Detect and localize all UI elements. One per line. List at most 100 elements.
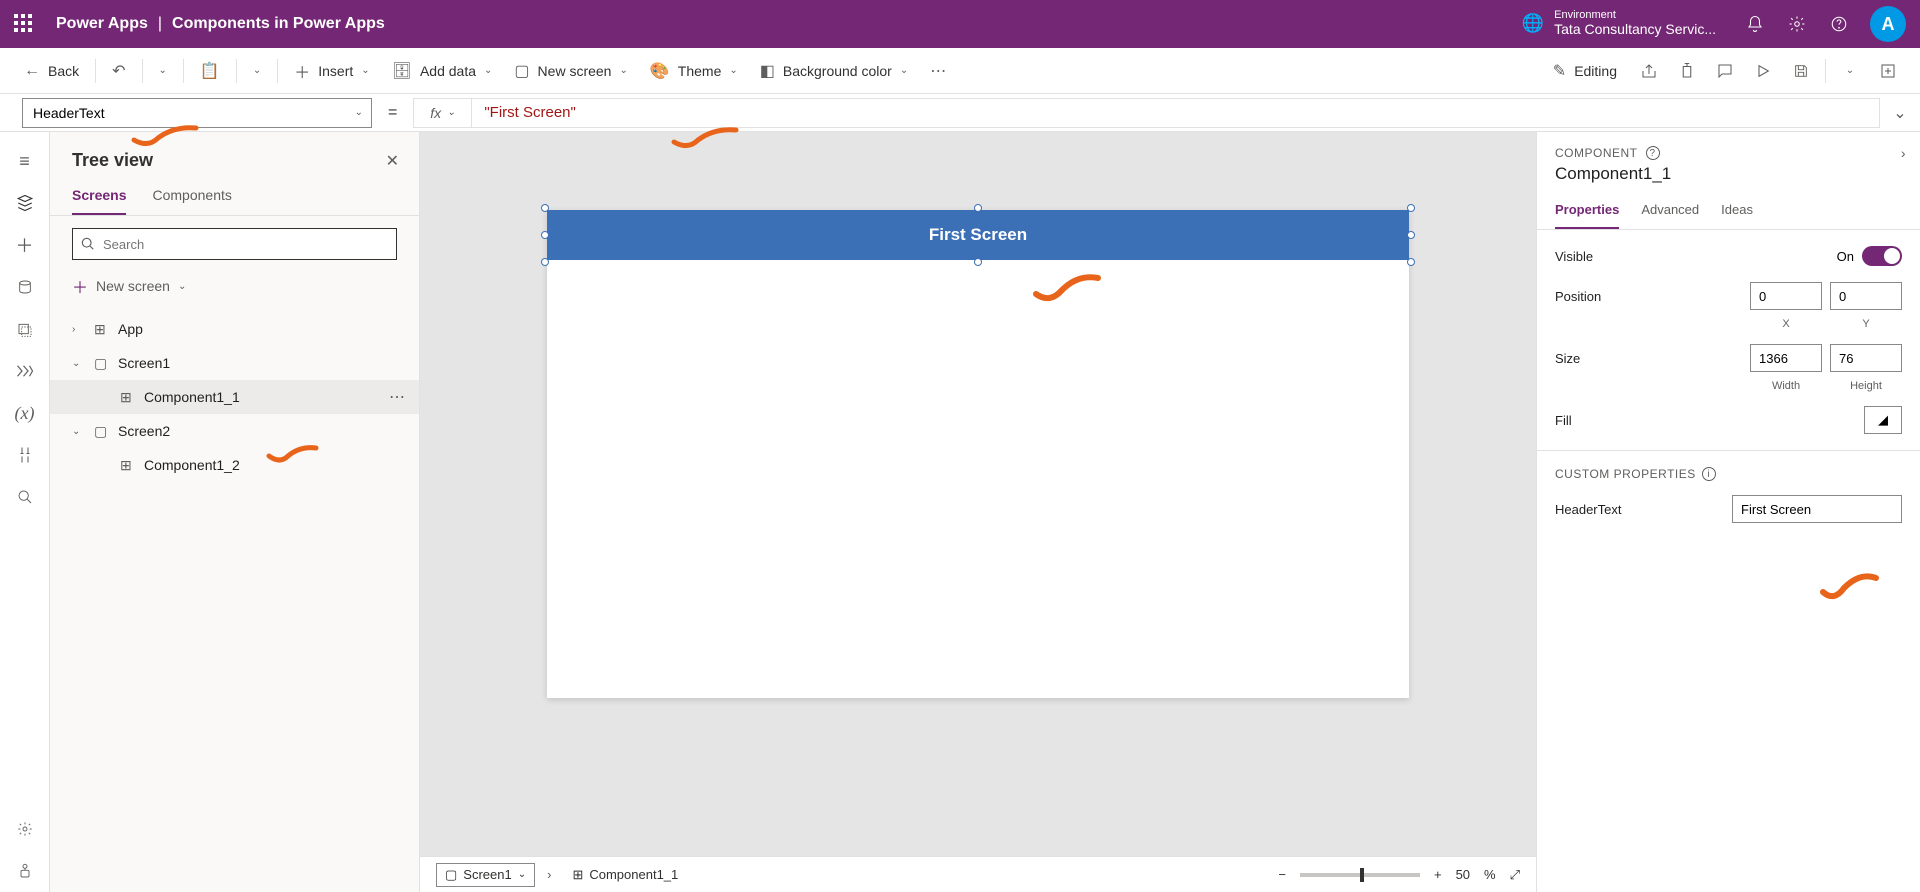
help-icon[interactable] xyxy=(1818,15,1860,33)
zoom-value: 50 xyxy=(1456,867,1470,882)
component-icon: ⊞ xyxy=(120,389,136,406)
width-input[interactable] xyxy=(1750,344,1822,372)
fit-to-screen-button[interactable]: ⤢ xyxy=(1510,867,1520,883)
tab-advanced[interactable]: Advanced xyxy=(1641,194,1699,229)
tree-node-component1-2[interactable]: ⊞ Component1_2 xyxy=(50,448,419,482)
screen-icon: ▢ xyxy=(445,867,457,883)
panel-expand-button[interactable]: › xyxy=(1901,145,1906,161)
instance-name: Component1_1 xyxy=(1537,164,1920,194)
rail-settings[interactable] xyxy=(1,808,49,850)
chevron-down-icon: ⌄ xyxy=(447,107,455,118)
new-screen-button[interactable]: ＋ New screen ⌄ xyxy=(50,266,419,306)
new-screen-button[interactable]: ▢New screen⌄ xyxy=(504,55,637,87)
more-actions-button[interactable]: ⋯ xyxy=(389,387,405,407)
tab-properties[interactable]: Properties xyxy=(1555,194,1619,229)
bgcolor-button[interactable]: ◧Background color⌄ xyxy=(750,55,918,87)
tab-screens[interactable]: Screens xyxy=(72,179,126,215)
environment-picker[interactable]: 🌐 Environment Tata Consultancy Servic... xyxy=(1522,10,1716,38)
canvas-area[interactable]: First Screen xyxy=(420,132,1536,856)
position-label: Position xyxy=(1555,289,1750,304)
user-avatar[interactable]: A xyxy=(1870,6,1906,42)
checker-button[interactable] xyxy=(1669,53,1705,89)
breadcrumb-screen-label: Screen1 xyxy=(463,867,511,882)
theme-button[interactable]: 🎨Theme⌄ xyxy=(640,55,748,87)
chevron-down-icon: ⌄ xyxy=(484,65,492,76)
component-icon: ⊞ xyxy=(120,457,136,474)
screen-artboard[interactable]: First Screen xyxy=(547,210,1409,698)
tab-components[interactable]: Components xyxy=(152,179,231,215)
rail-insert[interactable]: ＋ xyxy=(1,224,49,266)
rail-hamburger[interactable]: ≡ xyxy=(1,140,49,182)
editing-mode-button[interactable]: ✎Editing xyxy=(1541,55,1629,87)
position-y-input[interactable] xyxy=(1830,282,1902,310)
bgcolor-label: Background color xyxy=(783,63,892,79)
rail-advanced-tools[interactable] xyxy=(1,434,49,476)
tree-node-label: Screen2 xyxy=(118,423,170,439)
formula-input[interactable]: "First Screen" xyxy=(471,98,1880,128)
tree-node-screen1[interactable]: ⌄ ▢ Screen1 xyxy=(50,346,419,380)
paste-menu[interactable]: ⌄ xyxy=(243,59,271,82)
theme-label: Theme xyxy=(678,63,722,79)
app-launcher-icon[interactable] xyxy=(14,14,34,34)
command-ribbon: ←Back ↶ ⌄ 📋 ⌄ ＋Insert⌄ 🗄Add data⌄ ▢New s… xyxy=(0,48,1920,94)
headertext-label: HeaderText xyxy=(1555,502,1732,517)
insert-button[interactable]: ＋Insert⌄ xyxy=(284,53,379,89)
tree-search-input[interactable] xyxy=(72,228,397,260)
save-button[interactable] xyxy=(1783,53,1819,89)
info-icon[interactable]: i xyxy=(1702,467,1716,481)
position-x-input[interactable] xyxy=(1750,282,1822,310)
rail-variables[interactable]: (x) xyxy=(1,392,49,434)
breadcrumb-screen[interactable]: ▢ Screen1 ⌄ xyxy=(436,863,535,887)
formula-expand-button[interactable]: ⌄ xyxy=(1880,103,1920,123)
plus-icon: ＋ xyxy=(72,274,88,298)
more-commands-button[interactable]: ⋯ xyxy=(920,55,956,87)
info-icon[interactable]: ? xyxy=(1646,146,1660,160)
visible-toggle[interactable] xyxy=(1862,246,1902,266)
rail-media[interactable] xyxy=(1,308,49,350)
app-title: Components in Power Apps xyxy=(172,15,385,33)
back-button[interactable]: ←Back xyxy=(14,56,89,86)
add-data-button[interactable]: 🗄Add data⌄ xyxy=(382,55,503,87)
tree-view-title: Tree view xyxy=(72,150,153,171)
undo-menu[interactable]: ⌄ xyxy=(149,59,177,82)
preview-button[interactable] xyxy=(1745,53,1781,89)
fx-button[interactable]: fx⌄ xyxy=(413,98,471,128)
rail-tree-view[interactable] xyxy=(1,182,49,224)
rail-search[interactable] xyxy=(1,476,49,518)
rail-data[interactable] xyxy=(1,266,49,308)
headertext-input[interactable] xyxy=(1732,495,1902,523)
custom-properties-label: CUSTOM PROPERTIES xyxy=(1555,467,1696,481)
fill-color-button[interactable]: ◢ xyxy=(1864,406,1902,434)
tree-node-component1-1[interactable]: ⊞ Component1_1 ⋯ xyxy=(50,380,419,414)
zoom-in-button[interactable]: + xyxy=(1434,867,1442,882)
height-input[interactable] xyxy=(1830,344,1902,372)
zoom-out-button[interactable]: − xyxy=(1278,867,1286,882)
comments-button[interactable] xyxy=(1707,53,1743,89)
paste-button[interactable]: 📋 xyxy=(190,55,230,87)
x-sublabel: X xyxy=(1750,318,1822,330)
tree-node-label: App xyxy=(118,321,143,337)
tree-node-app[interactable]: › ⊞ App xyxy=(50,312,419,346)
save-menu[interactable]: ⌄ xyxy=(1832,53,1868,89)
tab-ideas[interactable]: Ideas xyxy=(1721,194,1753,229)
zoom-slider[interactable] xyxy=(1300,873,1420,877)
share-button[interactable] xyxy=(1631,53,1667,89)
breadcrumb-component[interactable]: ⊞ Component1_1 xyxy=(563,863,687,887)
avatar-initial: A xyxy=(1882,14,1895,35)
rail-virtual-agent[interactable] xyxy=(1,850,49,892)
formula-bar: HeaderText ⌄ = fx⌄ "First Screen" ⌄ xyxy=(0,94,1920,132)
rail-power-automate[interactable] xyxy=(1,350,49,392)
close-panel-button[interactable]: ✕ xyxy=(386,151,399,171)
tree-node-screen2[interactable]: ⌄ ▢ Screen2 xyxy=(50,414,419,448)
publish-button[interactable] xyxy=(1870,53,1906,89)
undo-icon: ↶ xyxy=(112,61,125,81)
chevron-down-icon: ⌄ xyxy=(253,65,261,76)
property-selector[interactable]: HeaderText ⌄ xyxy=(22,98,372,128)
brand-label: Power Apps xyxy=(56,15,148,33)
notifications-icon[interactable] xyxy=(1734,15,1776,33)
breadcrumb-component-label: Component1_1 xyxy=(589,867,678,882)
undo-button[interactable]: ↶ xyxy=(102,55,135,87)
tree-node-label: Screen1 xyxy=(118,355,170,371)
selection-handles[interactable] xyxy=(541,204,1415,266)
settings-icon[interactable] xyxy=(1776,15,1818,33)
